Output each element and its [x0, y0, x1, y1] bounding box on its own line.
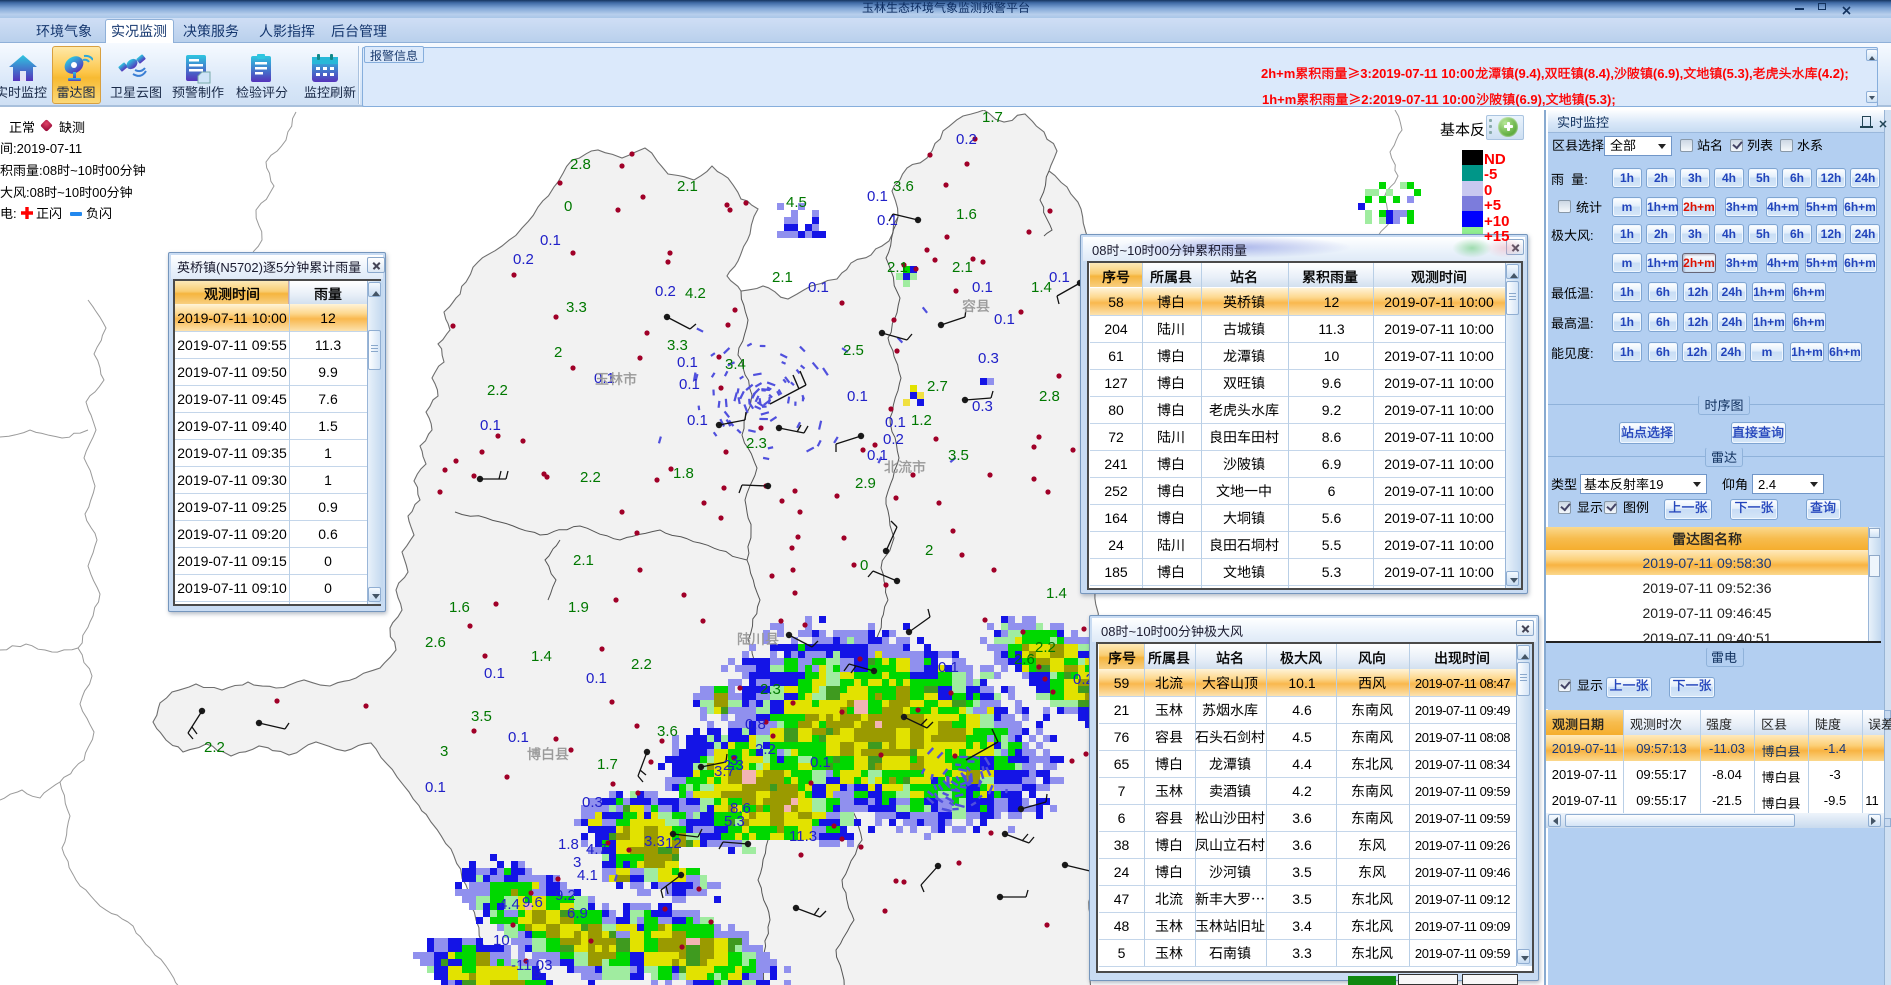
svg-text:3.7: 3.7 — [714, 763, 735, 780]
svg-text:0.1: 0.1 — [810, 754, 831, 771]
svg-text:1.7: 1.7 — [597, 756, 618, 773]
svg-text:-11.03: -11.03 — [511, 957, 552, 974]
svg-text:0.1: 0.1 — [677, 354, 698, 371]
svg-text:4.5: 4.5 — [786, 194, 807, 211]
svg-text:5.3: 5.3 — [724, 813, 745, 830]
svg-text:2.5: 2.5 — [843, 342, 864, 359]
svg-text:1.9: 1.9 — [568, 599, 589, 616]
svg-text:2.6: 2.6 — [1014, 651, 1035, 668]
svg-text:1.4: 1.4 — [1046, 585, 1067, 602]
svg-text:9.6: 9.6 — [522, 894, 543, 911]
svg-text:0.2: 0.2 — [655, 283, 676, 300]
svg-text:0.2: 0.2 — [956, 131, 977, 148]
svg-text:0.3: 0.3 — [978, 350, 999, 367]
svg-text:9: 9 — [533, 965, 541, 982]
svg-text:0.1: 0.1 — [586, 670, 607, 687]
svg-text:0.1: 0.1 — [867, 188, 888, 205]
svg-text:0.1: 0.1 — [484, 665, 505, 682]
svg-text:0.3: 0.3 — [582, 794, 603, 811]
svg-text:1.4: 1.4 — [531, 648, 552, 665]
svg-text:12: 12 — [665, 835, 682, 852]
svg-text:2.2: 2.2 — [631, 656, 652, 673]
svg-text:0.1: 0.1 — [885, 414, 906, 431]
svg-text:0.1: 0.1 — [508, 729, 529, 746]
svg-text:1.8: 1.8 — [673, 465, 694, 482]
svg-text:0.8: 0.8 — [745, 716, 766, 733]
svg-text:2.2: 2.2 — [487, 382, 508, 399]
svg-text:9.2: 9.2 — [555, 887, 576, 904]
svg-text:2.9: 2.9 — [855, 475, 876, 492]
svg-text:4.7: 4.7 — [586, 841, 607, 858]
svg-text:2.1: 2.1 — [573, 552, 594, 569]
svg-text:1.6: 1.6 — [956, 206, 977, 223]
svg-text:3.5: 3.5 — [948, 447, 969, 464]
svg-text:3.3: 3.3 — [644, 833, 665, 850]
svg-text:0.1: 0.1 — [480, 417, 501, 434]
svg-text:4.1: 4.1 — [577, 867, 598, 884]
svg-text:0.1: 0.1 — [847, 388, 868, 405]
svg-text:1.7: 1.7 — [982, 110, 1003, 126]
svg-text:2: 2 — [554, 344, 562, 361]
svg-text:4.4: 4.4 — [499, 896, 520, 913]
svg-text:11.3: 11.3 — [789, 828, 817, 845]
svg-text:0: 0 — [860, 557, 868, 574]
svg-text:0.1: 0.1 — [938, 659, 959, 676]
svg-text:2.2: 2.2 — [580, 469, 601, 486]
svg-text:2.3: 2.3 — [760, 681, 781, 698]
svg-text:0: 0 — [564, 198, 572, 215]
svg-text:0.1: 0.1 — [425, 779, 446, 796]
svg-text:2.6: 2.6 — [425, 634, 446, 651]
svg-text:0.1: 0.1 — [594, 370, 615, 387]
svg-text:0.1: 0.1 — [687, 412, 708, 429]
svg-text:0.2: 0.2 — [883, 431, 904, 448]
svg-text:0.1: 0.1 — [679, 376, 700, 393]
svg-text:6.9: 6.9 — [567, 905, 588, 922]
svg-text:2.2: 2.2 — [204, 739, 225, 756]
svg-text:2.1: 2.1 — [772, 269, 793, 286]
svg-text:2.2: 2.2 — [755, 741, 776, 758]
svg-text:0.1: 0.1 — [877, 212, 898, 229]
svg-text:0.1: 0.1 — [972, 279, 993, 296]
svg-text:0.1: 0.1 — [540, 232, 561, 249]
svg-text:3.3: 3.3 — [566, 299, 587, 316]
svg-text:0.2: 0.2 — [513, 251, 534, 268]
svg-text:2.8: 2.8 — [1039, 388, 1060, 405]
svg-text:2.1: 2.1 — [887, 259, 908, 276]
svg-text:1.8: 1.8 — [558, 836, 579, 853]
svg-text:3.6: 3.6 — [893, 178, 914, 195]
svg-text:0.1: 0.1 — [867, 447, 888, 464]
svg-text:0.3: 0.3 — [972, 398, 993, 415]
svg-text:3: 3 — [440, 743, 448, 760]
svg-text:0.1: 0.1 — [808, 279, 829, 296]
svg-text:0.1: 0.1 — [1049, 269, 1070, 286]
svg-text:0.1: 0.1 — [994, 311, 1015, 328]
svg-text:3.6: 3.6 — [657, 723, 678, 740]
svg-text:2.1: 2.1 — [677, 178, 698, 195]
svg-text:2.7: 2.7 — [927, 378, 948, 395]
svg-text:2: 2 — [925, 542, 933, 559]
svg-text:3.5: 3.5 — [471, 708, 492, 725]
svg-text:1.2: 1.2 — [911, 412, 932, 429]
svg-text:2.1: 2.1 — [952, 259, 973, 276]
svg-text:3.4: 3.4 — [725, 356, 746, 373]
svg-text:2.2: 2.2 — [1035, 639, 1056, 656]
svg-text:3.3: 3.3 — [667, 337, 688, 354]
svg-text:2.8: 2.8 — [570, 156, 591, 173]
svg-text:1.6: 1.6 — [449, 599, 470, 616]
svg-text:4.2: 4.2 — [685, 285, 706, 302]
svg-text:2.3: 2.3 — [746, 435, 767, 452]
svg-text:10: 10 — [493, 932, 510, 949]
